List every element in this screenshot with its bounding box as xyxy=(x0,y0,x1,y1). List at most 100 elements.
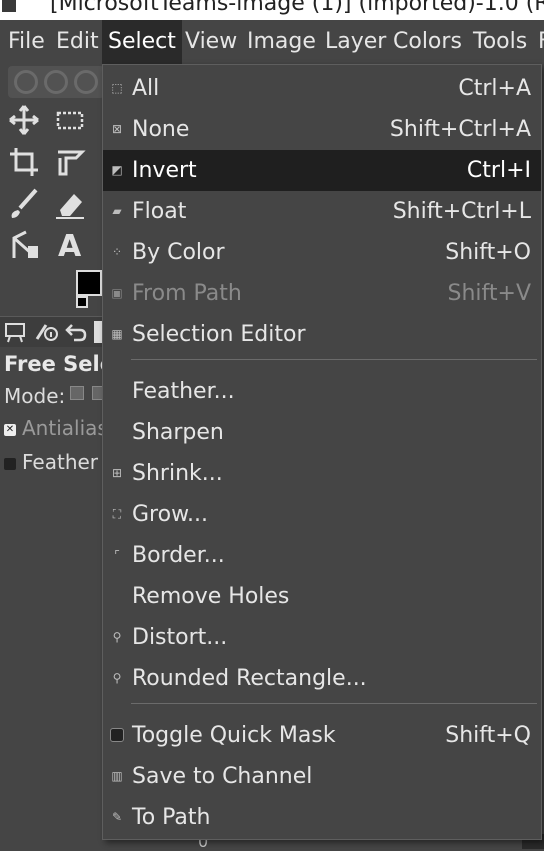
menu-item-label: None xyxy=(132,117,190,142)
by-color-icon: ⁘ xyxy=(111,245,123,259)
antialiasing-checkbox-icon[interactable]: ✕ xyxy=(4,423,16,436)
dock-tabs xyxy=(0,316,104,347)
menu-item-shortcut: Shift+Ctrl+A xyxy=(389,117,531,142)
menu-item-shortcut: Shift+O xyxy=(445,240,531,265)
device-status-tab-icon[interactable] xyxy=(34,321,58,343)
toolbox: A Free Sele Mode: ✕ Antialias Feather xyxy=(0,64,114,849)
unified-transform-tool-icon[interactable] xyxy=(52,144,88,180)
from-path-icon: ▣ xyxy=(111,286,123,300)
menu-item-label: Remove Holes xyxy=(132,584,290,609)
menu-item-label: To Path xyxy=(132,805,211,830)
crop-tool-icon[interactable] xyxy=(6,144,42,180)
menu-filters[interactable]: F xyxy=(538,20,544,64)
menu-item-label: Invert xyxy=(132,158,197,183)
wilber-logo xyxy=(8,66,104,98)
window-title: [MicrosoftTeams-image (1)] (imported)-1.… xyxy=(50,0,544,16)
paths-tool-icon[interactable] xyxy=(6,226,42,262)
menu-item-selection-editor[interactable]: ▦ Selection Editor xyxy=(103,314,541,355)
eraser-tool-icon[interactable] xyxy=(52,186,88,222)
to-path-icon: ✎ xyxy=(111,810,123,824)
menu-item-border[interactable]: ⌜ Border... xyxy=(103,535,541,576)
border-icon: ⌜ xyxy=(114,548,120,562)
paintbrush-tool-icon[interactable] xyxy=(6,186,42,222)
menu-item-grow[interactable]: ⛶ Grow... xyxy=(103,494,541,535)
menu-item-label: Float xyxy=(132,199,187,224)
menu-item-label: Shrink... xyxy=(132,461,223,486)
menu-item-shortcut: Ctrl+I xyxy=(466,158,531,183)
quick-mask-icon xyxy=(110,728,124,742)
antialiasing-option[interactable]: ✕ Antialias xyxy=(4,416,108,440)
menu-item-label: Rounded Rectangle... xyxy=(132,666,367,691)
channel-icon: ▥ xyxy=(111,769,123,783)
menu-edit[interactable]: Edit xyxy=(56,20,99,64)
select-menu-dropdown: ⬚ All Ctrl+A ⊠ None Shift+Ctrl+A ◩ Inver… xyxy=(102,64,542,840)
rect-select-tool-icon[interactable] xyxy=(52,102,88,138)
svg-text:A: A xyxy=(58,229,82,262)
menu-item-rounded-rectangle[interactable]: ⚲ Rounded Rectangle... xyxy=(103,658,541,699)
menu-item-shortcut: Ctrl+A xyxy=(458,76,531,101)
tool-options-title: Free Sele xyxy=(4,352,114,376)
menu-item-from-path: ▣ From Path Shift+V xyxy=(103,273,541,314)
select-all-icon: ⬚ xyxy=(111,81,123,95)
menu-item-all[interactable]: ⬚ All Ctrl+A xyxy=(103,68,541,109)
rounded-rectangle-icon: ⚲ xyxy=(112,671,122,685)
undo-history-tab-icon[interactable] xyxy=(64,321,88,343)
menu-item-label: All xyxy=(132,76,160,101)
menu-item-label: Distort... xyxy=(132,625,228,650)
menu-item-label: Border... xyxy=(132,543,225,568)
menu-item-label: By Color xyxy=(132,240,225,265)
menu-item-label: Feather... xyxy=(132,379,235,404)
menu-item-none[interactable]: ⊠ None Shift+Ctrl+A xyxy=(103,109,541,150)
menu-file[interactable]: File xyxy=(8,20,45,64)
default-colors-icon[interactable] xyxy=(76,296,88,308)
menu-item-toggle-quick-mask[interactable]: Toggle Quick Mask Shift+Q xyxy=(103,715,541,756)
foreground-color-swatch[interactable] xyxy=(76,270,102,296)
menu-item-label: Sharpen xyxy=(132,420,224,445)
feather-edges-option[interactable]: Feather xyxy=(4,450,98,474)
window-titlebar: [MicrosoftTeams-image (1)] (imported)-1.… xyxy=(0,0,544,20)
grow-icon: ⛶ xyxy=(112,507,122,521)
mode-label: Mode: xyxy=(4,384,66,408)
menu-item-float[interactable]: ▰ Float Shift+Ctrl+L xyxy=(103,191,541,232)
text-tool-icon[interactable]: A xyxy=(52,226,88,264)
menubar: File Edit Select View Image Layer Colors… xyxy=(0,20,544,64)
select-none-icon: ⊠ xyxy=(111,122,123,136)
menu-item-remove-holes[interactable]: Remove Holes xyxy=(103,576,541,617)
invert-icon: ◩ xyxy=(111,163,123,177)
mode-replace-icon[interactable] xyxy=(70,386,84,400)
menu-item-label: Grow... xyxy=(132,502,209,527)
app-icon xyxy=(2,0,16,12)
menu-item-shortcut: Shift+Q xyxy=(445,723,531,748)
menu-view[interactable]: View xyxy=(185,20,237,64)
distort-icon: ⚲ xyxy=(112,630,122,644)
selection-editor-icon: ▦ xyxy=(111,327,123,341)
menu-layer[interactable]: Layer xyxy=(325,20,386,64)
menu-colors[interactable]: Colors xyxy=(393,20,462,64)
menu-item-label: Save to Channel xyxy=(132,764,313,789)
menu-item-label: Toggle Quick Mask xyxy=(132,723,336,748)
menu-item-distort[interactable]: ⚲ Distort... xyxy=(103,617,541,658)
menu-separator xyxy=(131,703,537,704)
menu-item-shortcut: Shift+Ctrl+L xyxy=(392,199,531,224)
menu-tools[interactable]: Tools xyxy=(473,20,527,64)
menu-item-shortcut: Shift+V xyxy=(447,281,532,306)
menu-item-feather[interactable]: Feather... xyxy=(103,371,541,412)
menu-item-sharpen[interactable]: Sharpen xyxy=(103,412,541,453)
float-icon: ▰ xyxy=(112,204,122,218)
menu-select[interactable]: Select xyxy=(102,20,182,64)
menu-item-to-path[interactable]: ✎ To Path xyxy=(103,797,541,838)
menu-item-label: Selection Editor xyxy=(132,322,306,347)
menu-image[interactable]: Image xyxy=(247,20,316,64)
menu-item-save-to-channel[interactable]: ▥ Save to Channel xyxy=(103,756,541,797)
menu-item-shrink[interactable]: ⊞ Shrink... xyxy=(103,453,541,494)
move-tool-icon[interactable] xyxy=(6,102,42,138)
menu-item-by-color[interactable]: ⁘ By Color Shift+O xyxy=(103,232,541,273)
menu-separator xyxy=(131,359,537,360)
shrink-icon: ⊞ xyxy=(111,466,123,480)
tool-options-tab-icon[interactable] xyxy=(4,321,28,343)
menu-item-invert[interactable]: ◩ Invert Ctrl+I xyxy=(103,150,541,191)
antialiasing-label: Antialias xyxy=(22,416,108,440)
feather-checkbox-icon[interactable] xyxy=(4,457,16,470)
menu-item-label: From Path xyxy=(132,281,242,306)
feather-label: Feather xyxy=(22,450,99,474)
